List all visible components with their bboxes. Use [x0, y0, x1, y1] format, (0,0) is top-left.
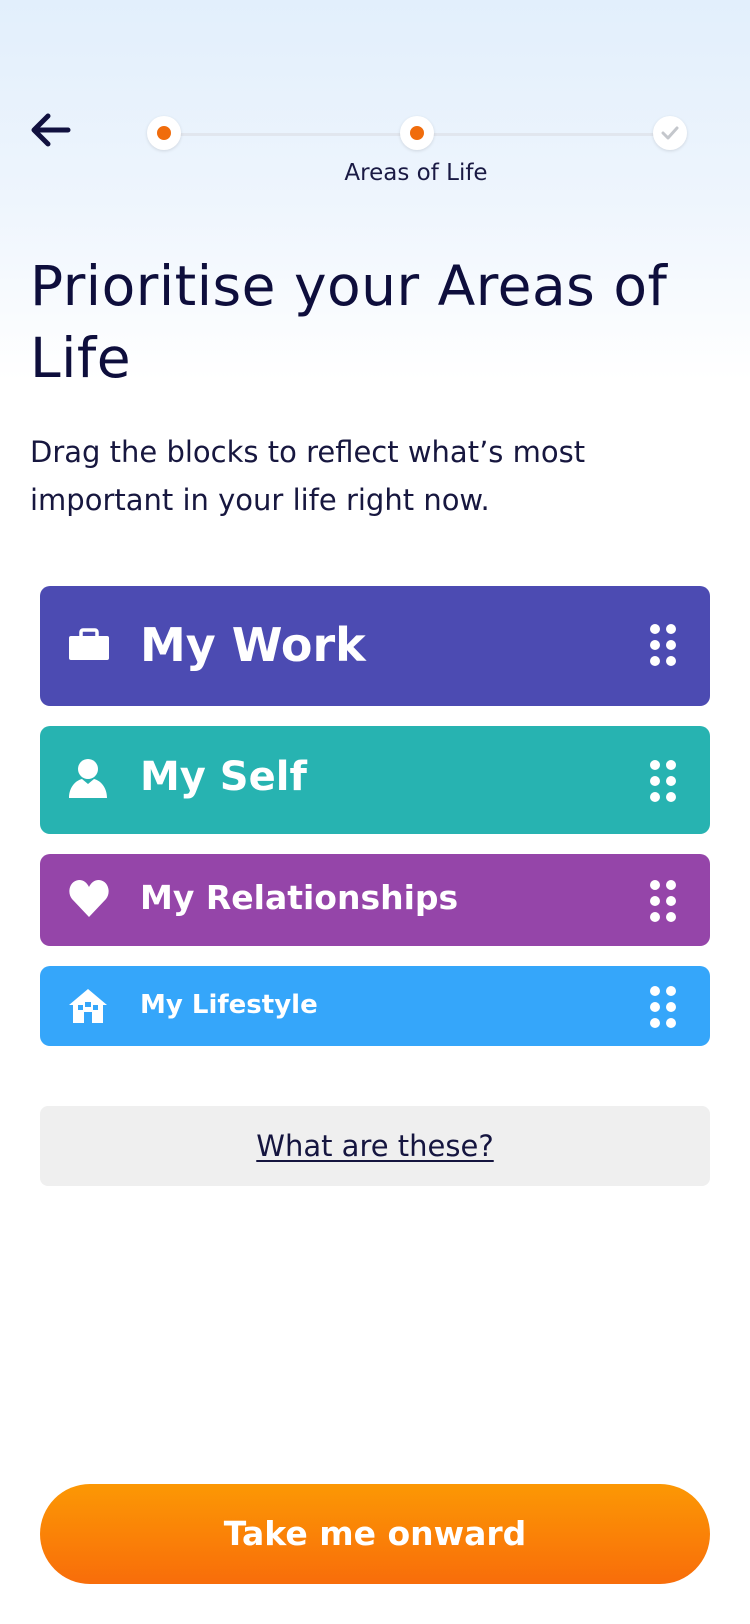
house-icon [68, 988, 108, 1028]
area-block-self[interactable]: My Self [40, 726, 710, 834]
area-block-lifestyle[interactable]: My Lifestyle [40, 966, 710, 1046]
page-title: Prioritise your Areas of Life [30, 254, 668, 390]
area-block-work[interactable]: My Work [40, 586, 710, 706]
drag-handle-icon[interactable] [650, 624, 676, 666]
area-label: My Relationships [140, 878, 459, 917]
area-label: My Self [140, 754, 307, 800]
person-icon [68, 758, 108, 802]
area-label: My Work [140, 618, 366, 672]
what-are-these-link[interactable]: What are these? [256, 1129, 493, 1163]
area-block-relationships[interactable]: My Relationships [40, 854, 710, 946]
check-icon [661, 126, 679, 140]
back-button[interactable] [28, 108, 72, 152]
arrow-left-icon [31, 113, 71, 147]
drag-handle-icon[interactable] [650, 760, 676, 802]
briefcase-icon [68, 628, 110, 666]
what-are-these-button[interactable]: What are these? [40, 1106, 710, 1186]
page-subtitle: Drag the blocks to reflect what’s most i… [30, 435, 586, 517]
take-me-onward-button[interactable]: Take me onward [40, 1484, 710, 1584]
progress-stepper [147, 114, 687, 154]
area-label: My Lifestyle [140, 990, 318, 1020]
step-label: Areas of Life [344, 160, 488, 186]
heart-icon [68, 878, 110, 922]
drag-handle-icon[interactable] [650, 880, 676, 922]
step-indicator-3 [653, 116, 687, 150]
step-indicator-2 [400, 116, 434, 150]
step-indicator-1 [147, 116, 181, 150]
drag-handle-icon[interactable] [650, 986, 676, 1028]
